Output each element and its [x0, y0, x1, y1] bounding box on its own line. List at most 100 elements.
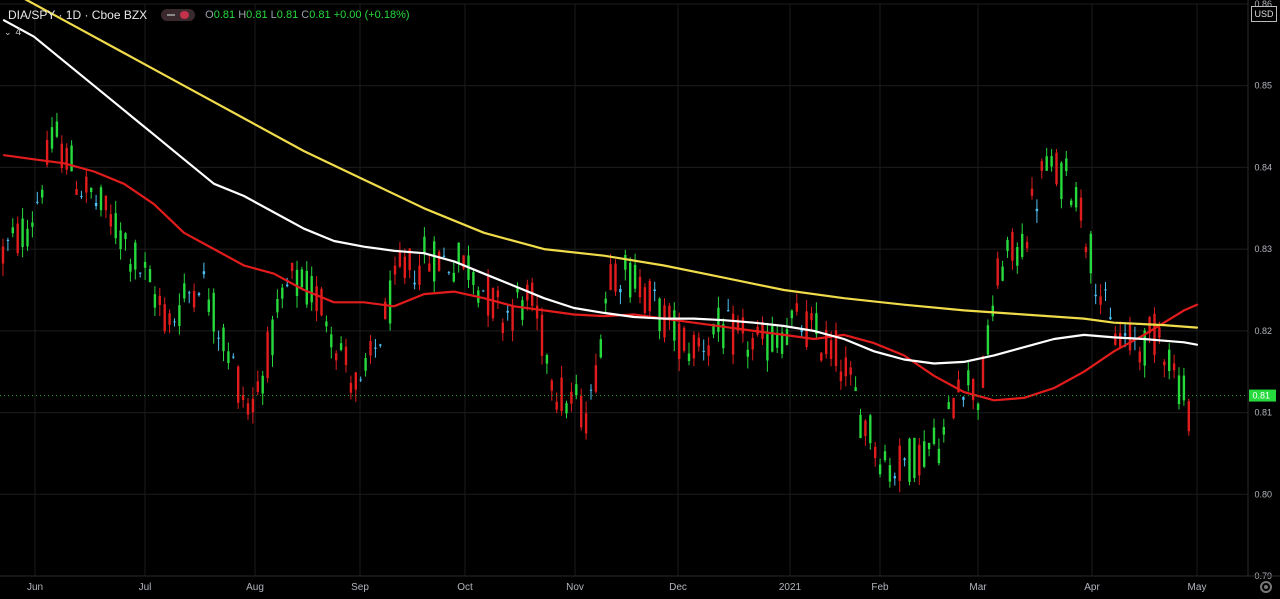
- change-value: +0.00 (+0.18%): [333, 9, 410, 21]
- candle-body: [31, 222, 34, 227]
- candle-body: [1025, 241, 1029, 249]
- candle-body: [673, 310, 676, 341]
- candle-body: [364, 358, 367, 371]
- candle-body: [624, 254, 627, 270]
- chart-plot[interactable]: 0.860.850.840.830.820.810.800.79Jun Jul Au…: [0, 0, 1280, 599]
- indicators-toggle[interactable]: ⌄ 4: [4, 27, 21, 38]
- candle-body: [913, 437, 916, 479]
- chart[interactable]: 0.86 0.85 0.84 0.83 0.82 0.81 0.80 0.79 Jun Jul Au…: [0, 0, 1280, 599]
- candle-body: [266, 331, 269, 378]
- candle-body: [1065, 158, 1068, 172]
- candle-body: [927, 442, 931, 450]
- candle-body: [540, 314, 544, 356]
- candle-body: [472, 271, 475, 285]
- candle-body: [1084, 246, 1088, 253]
- candle-body: [1182, 375, 1186, 401]
- candle-body: [143, 261, 147, 268]
- high-label: H: [238, 9, 247, 21]
- candle-body: [21, 218, 24, 247]
- candle-body: [898, 445, 901, 481]
- candle-body: [11, 227, 14, 234]
- candle-body: [653, 289, 656, 291]
- candle-body: [41, 189, 44, 198]
- candle-body: [192, 290, 196, 308]
- candle-body: [658, 298, 661, 332]
- candle-body: [207, 299, 210, 312]
- candle-body: [197, 293, 201, 296]
- visibility-toggle-icon[interactable]: [161, 9, 196, 21]
- candle-body: [305, 270, 308, 305]
- y-tick-label: 0.81: [1254, 408, 1272, 418]
- candle-body: [1172, 363, 1176, 371]
- candle-body: [555, 401, 558, 410]
- currency-badge[interactable]: USD: [1251, 6, 1277, 22]
- chevron-down-icon: ⌄: [4, 27, 12, 37]
- x-tick-label: Aug: [246, 582, 264, 593]
- x-tick-label: 2021: [779, 582, 802, 593]
- candle-body: [433, 241, 436, 282]
- ohlc-readout: O0.81 H0.81 L0.81 C0.81 +0.00 (+0.18%): [205, 9, 409, 21]
- candle-body: [550, 380, 553, 391]
- gear-icon[interactable]: [1260, 581, 1272, 593]
- candle-body: [1177, 375, 1181, 405]
- candle-body: [746, 349, 749, 357]
- candle-body: [638, 276, 642, 298]
- x-tick-label: Nov: [566, 582, 584, 593]
- candle-body: [633, 264, 637, 289]
- candle-body: [300, 269, 304, 288]
- candle-body: [60, 143, 63, 169]
- y-tick-label: 0.83: [1254, 244, 1272, 254]
- candle-body: [682, 327, 686, 351]
- candle-body: [1158, 327, 1161, 338]
- candle-body: [85, 176, 88, 193]
- candle-body: [124, 233, 127, 240]
- candle-body: [849, 367, 852, 375]
- candle-body: [173, 321, 176, 323]
- candle-body: [403, 256, 406, 279]
- candle-body: [981, 356, 985, 388]
- high-value: 0.81: [246, 9, 268, 21]
- candle-body: [153, 294, 157, 308]
- y-tick-label: 0.84: [1254, 162, 1272, 172]
- candle-body: [893, 476, 896, 479]
- x-tick-label: Jun: [27, 582, 43, 593]
- candle-body: [629, 262, 632, 298]
- candle-body: [584, 413, 588, 434]
- candle-body: [1079, 197, 1083, 221]
- candle-body: [379, 344, 382, 346]
- candle-body: [36, 201, 39, 203]
- candle-body: [874, 446, 877, 459]
- candle-body: [486, 275, 490, 316]
- candle-body: [1070, 200, 1073, 206]
- candle-body: [315, 286, 318, 312]
- moving-average-red-line: [2, 154, 1199, 402]
- candle-body: [844, 357, 847, 377]
- candle-body: [398, 250, 402, 267]
- candle-body: [854, 387, 857, 392]
- candle-body: [535, 305, 539, 319]
- candle-body: [442, 255, 446, 257]
- symbol-title[interactable]: DIA/SPY · 1D · Cboe BZX: [8, 8, 147, 22]
- candle-body: [183, 283, 186, 299]
- candle-body: [795, 303, 798, 312]
- candle-body: [1045, 156, 1048, 171]
- candle-body: [501, 322, 504, 334]
- candle-body: [50, 127, 54, 149]
- moving-average-yellow-line: [24, 0, 1199, 329]
- candle-body: [428, 263, 431, 272]
- candle-body: [202, 271, 206, 275]
- candle-body: [339, 343, 343, 350]
- candle-body: [908, 438, 911, 482]
- candle-body: [1163, 361, 1166, 366]
- candle-body: [839, 371, 843, 382]
- candle-body: [1001, 266, 1004, 281]
- candle-body: [1016, 247, 1019, 266]
- candle-body: [1109, 317, 1112, 320]
- candle-body: [295, 269, 299, 297]
- candle-body: [80, 195, 83, 197]
- candle-body: [707, 345, 710, 356]
- candle-body: [281, 287, 284, 299]
- candle-body: [506, 310, 509, 313]
- candle-body: [580, 395, 583, 428]
- candle-body: [222, 327, 225, 352]
